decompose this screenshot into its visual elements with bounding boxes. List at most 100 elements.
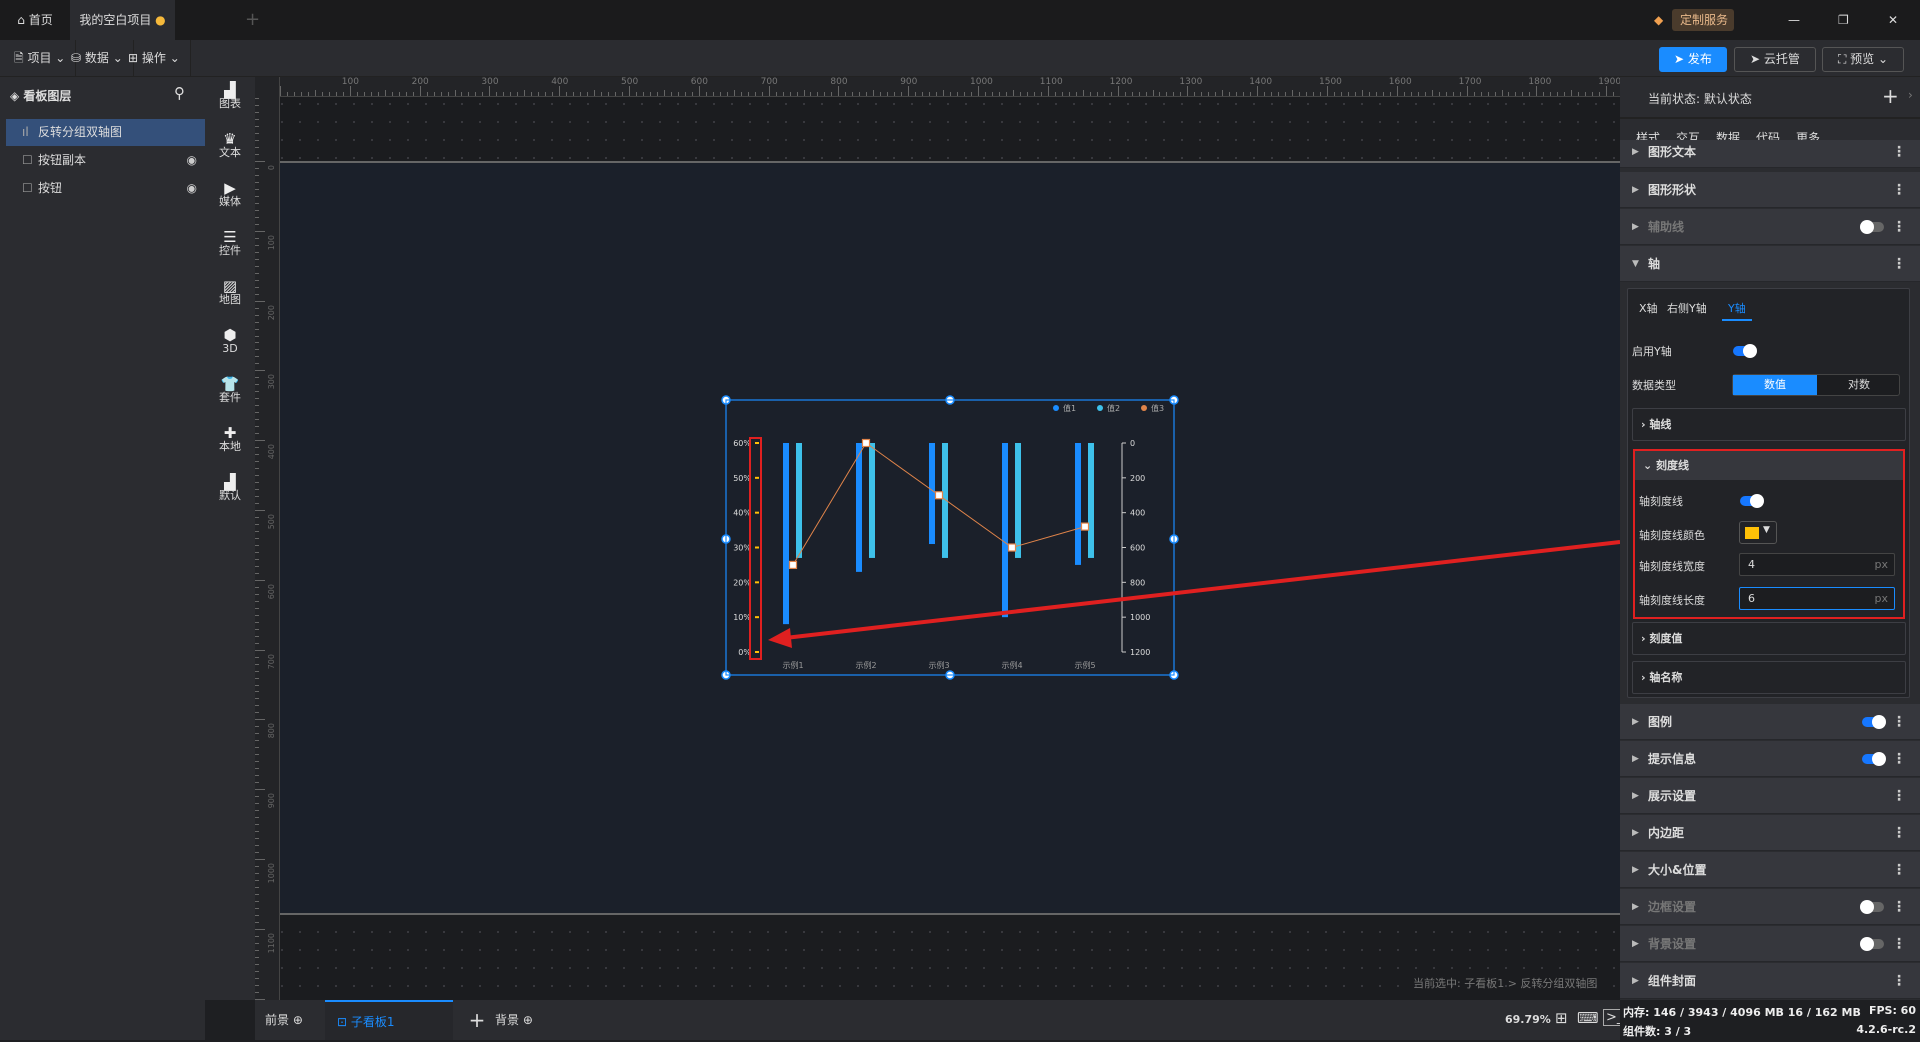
- minimize-button[interactable]: —: [1788, 0, 1800, 40]
- fit-screen-icon[interactable]: ⊞: [1555, 1009, 1568, 1027]
- home-tab[interactable]: ⌂ 首页: [0, 0, 70, 40]
- layer-item[interactable]: ıl 反转分组双轴图: [6, 119, 205, 146]
- more-icon[interactable]: ⋮: [1892, 778, 1906, 814]
- section-row[interactable]: ▶ 边框设置 ⋮: [1620, 889, 1920, 925]
- operate-menu[interactable]: ⊞ 操作 ⌄: [118, 40, 191, 77]
- visibility-hidden-icon[interactable]: ◉: [187, 147, 197, 174]
- tick-length-input[interactable]: 6 px: [1739, 587, 1895, 610]
- line-point[interactable]: [934, 491, 944, 500]
- bar-值1[interactable]: [1075, 443, 1081, 565]
- ruler-tick: [255, 928, 265, 930]
- bar-值2[interactable]: [869, 443, 875, 558]
- custom-service-button[interactable]: ◆ 定制服务: [1654, 9, 1734, 31]
- more-icon[interactable]: ⋮: [1892, 140, 1906, 164]
- component-crown[interactable]: ♛ 文本: [205, 132, 255, 160]
- component-list[interactable]: ☰ 控件: [205, 230, 255, 258]
- ruler-label: 1000: [267, 863, 276, 884]
- bar-值1[interactable]: [783, 443, 789, 625]
- cloud-hosting-button[interactable]: ➤ 云托管: [1734, 47, 1816, 72]
- section-toggle[interactable]: [1862, 715, 1886, 729]
- section-row[interactable]: ▶ 组件封面 ⋮: [1620, 963, 1920, 999]
- ruler-label: 500: [267, 514, 276, 530]
- section-row[interactable]: ▶ 图形形状 ⋮: [1620, 172, 1920, 208]
- tick-color-picker[interactable]: ▼: [1739, 521, 1777, 544]
- section-toggle[interactable]: [1862, 752, 1886, 766]
- chevron-right-icon[interactable]: ›: [1908, 88, 1913, 102]
- more-icon[interactable]: ⋮: [1892, 926, 1906, 962]
- tick-value-section[interactable]: › 刻度值: [1632, 622, 1906, 655]
- add-board-button[interactable]: +: [462, 1000, 492, 1040]
- data-type-value[interactable]: 数值: [1733, 375, 1817, 395]
- tick-line-header[interactable]: ⌄ 刻度线: [1635, 451, 1903, 480]
- chart-widget[interactable]: 0% 10% 20% 30% 40% 50% 60% 0 200 400 600 800 1000 120…: [720, 395, 1180, 680]
- board-tab-active[interactable]: ⊡ 子看板1: [325, 1000, 453, 1040]
- more-icon[interactable]: ⋮: [1892, 209, 1906, 245]
- new-tab-button[interactable]: +: [245, 0, 260, 40]
- bar-值1[interactable]: [856, 443, 862, 572]
- line-point[interactable]: [1007, 543, 1017, 552]
- line-point[interactable]: [1080, 522, 1090, 531]
- visibility-hidden-icon[interactable]: ◉: [187, 175, 197, 202]
- more-icon[interactable]: ⋮: [1892, 852, 1906, 888]
- section-row[interactable]: ▶ 提示信息 ⋮: [1620, 741, 1920, 777]
- ruler-label: 200: [411, 77, 429, 87]
- section-row[interactable]: ▶ 大小&位置 ⋮: [1620, 852, 1920, 888]
- tick-width-input[interactable]: 4 px: [1739, 553, 1895, 576]
- section-toggle[interactable]: [1860, 937, 1884, 951]
- section-row[interactable]: ▶ 辅助线 ⋮: [1620, 209, 1920, 245]
- axis-tab-0[interactable]: X轴: [1639, 300, 1658, 316]
- section-row[interactable]: ▶ 图例 ⋮: [1620, 704, 1920, 740]
- section-toggle[interactable]: [1860, 900, 1884, 914]
- component-camera[interactable]: ▶ 媒体: [205, 181, 255, 209]
- component-shirt[interactable]: 👕 套件: [205, 377, 255, 405]
- section-row[interactable]: ▶ 图形文本 ⋮: [1620, 140, 1920, 168]
- more-icon[interactable]: ⋮: [1892, 815, 1906, 851]
- restore-button[interactable]: ❐: [1838, 0, 1849, 40]
- axis-line-section[interactable]: › 轴线: [1632, 408, 1906, 441]
- component-puzzle[interactable]: ✚ 本地: [205, 426, 255, 454]
- component-map[interactable]: ▨ 地图: [205, 279, 255, 307]
- more-icon[interactable]: ⋮: [1892, 889, 1906, 925]
- bar-值1[interactable]: [929, 443, 935, 545]
- add-circle-icon[interactable]: ⊕: [523, 1013, 533, 1027]
- line-point[interactable]: [788, 560, 798, 570]
- section-row[interactable]: ▶ 内边距 ⋮: [1620, 815, 1920, 851]
- preview-button[interactable]: ⛶ 预览 ⌄: [1822, 47, 1904, 72]
- component-bar-chart[interactable]: ▟ 默认: [205, 475, 255, 503]
- component-bar-chart[interactable]: ▟ 图表: [205, 83, 255, 111]
- ruler-tick: [255, 412, 259, 414]
- close-button[interactable]: ✕: [1888, 0, 1898, 40]
- line-point[interactable]: [861, 438, 871, 448]
- tick-show-toggle[interactable]: [1740, 494, 1764, 508]
- add-circle-icon[interactable]: ⊕: [293, 1013, 303, 1027]
- section-row[interactable]: ▶ 展示设置 ⋮: [1620, 778, 1920, 814]
- keyboard-icon[interactable]: ⌨: [1577, 1009, 1599, 1027]
- foreground-tab[interactable]: 前景 ⊕: [265, 1000, 325, 1040]
- section-toggle[interactable]: [1860, 220, 1884, 234]
- bar-值2[interactable]: [796, 443, 802, 558]
- project-tab[interactable]: 我的空白项目 ●: [70, 0, 175, 40]
- section-row[interactable]: ▶ 背景设置 ⋮: [1620, 926, 1920, 962]
- bar-值2[interactable]: [1088, 443, 1094, 558]
- layer-item[interactable]: ☐ 按钮 ◉: [6, 175, 205, 202]
- bar-值2[interactable]: [1015, 443, 1021, 558]
- axis-tab-1[interactable]: 右侧Y轴: [1667, 300, 1707, 316]
- enable-y-toggle[interactable]: [1733, 344, 1757, 358]
- add-state-button[interactable]: +: [1882, 84, 1899, 108]
- ruler-tick: [482, 92, 484, 96]
- axis-name-section[interactable]: › 轴名称: [1632, 661, 1906, 694]
- component-cube[interactable]: ⬢ 3D: [205, 328, 255, 356]
- publish-button[interactable]: ➤ 发布: [1659, 47, 1727, 72]
- more-icon[interactable]: ⋮: [1892, 963, 1906, 999]
- more-icon[interactable]: ⋮: [1892, 741, 1906, 777]
- section-row[interactable]: ▼ 轴 ⋮: [1620, 246, 1920, 282]
- bar-值1[interactable]: [1002, 443, 1008, 618]
- data-type-log[interactable]: 对数: [1817, 375, 1901, 395]
- layer-item[interactable]: ☐ 按钮副本 ◉: [6, 147, 205, 174]
- axis-tab-2[interactable]: Y轴: [1722, 300, 1752, 321]
- background-tab[interactable]: 背景 ⊕: [495, 1000, 555, 1040]
- more-icon[interactable]: ⋮: [1892, 246, 1906, 282]
- search-icon[interactable]: ⚲: [174, 84, 185, 102]
- more-icon[interactable]: ⋮: [1892, 704, 1906, 740]
- more-icon[interactable]: ⋮: [1892, 172, 1906, 208]
